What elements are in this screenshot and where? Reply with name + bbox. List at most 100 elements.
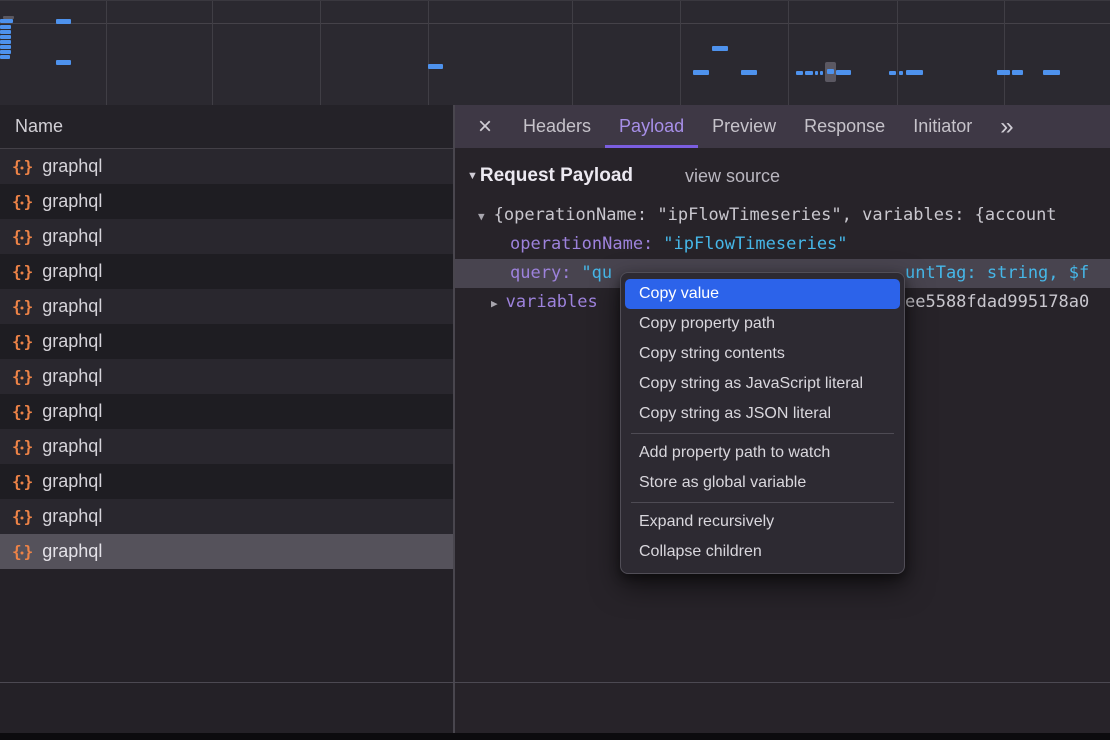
request-row[interactable]: {} graphql xyxy=(0,429,453,464)
timeline-request-bar xyxy=(836,70,851,75)
close-icon[interactable]: × xyxy=(469,113,501,141)
payload-root-row[interactable]: ▼ {operationName: "ipFlowTimeseries", var… xyxy=(455,201,1110,230)
menu-item-add-property-path-to-watch[interactable]: Add property path to watch xyxy=(625,438,900,468)
json-braces-icon: {} xyxy=(12,227,35,246)
timeline-request-bar xyxy=(0,25,11,29)
request-row[interactable]: {}graphql xyxy=(0,184,453,219)
menu-item-expand-recursively[interactable]: Expand recursively xyxy=(625,507,900,537)
timeline-request-bar xyxy=(0,19,13,23)
request-row[interactable]: {} graphql xyxy=(0,499,453,534)
timeline-gridline xyxy=(572,1,573,105)
timeline-request-bar xyxy=(796,71,803,75)
property-value: "ipFlowTimeseries" xyxy=(663,234,847,254)
timeline-request-bar xyxy=(815,71,818,75)
expanded-triangle-icon[interactable]: ▼ xyxy=(478,210,485,223)
network-overview-timeline[interactable] xyxy=(0,0,1110,106)
timeline-request-bar xyxy=(899,71,903,75)
request-row[interactable]: {} graphql xyxy=(0,464,453,499)
menu-item-copy-string-as-javascript-literal[interactable]: Copy string as JavaScript literal xyxy=(625,369,900,399)
details-tabs: HeadersPayloadPreviewResponseInitiator xyxy=(509,105,986,148)
timeline-request-bar xyxy=(712,46,728,51)
json-braces-icon: {} xyxy=(12,507,35,526)
timeline-gridline xyxy=(897,1,898,105)
timeline-request-bar xyxy=(0,55,10,59)
menu-divider xyxy=(631,433,894,434)
timeline-gridline xyxy=(1004,1,1005,105)
timeline-gridline xyxy=(428,1,429,105)
requests-table: Name {}graphql{}graphql{}graphql{}graphq… xyxy=(0,105,453,733)
tab-preview[interactable]: Preview xyxy=(698,105,790,148)
property-value-end: untTag: string, $f xyxy=(905,259,1089,288)
json-braces-icon: {} xyxy=(12,437,35,456)
name-column-header[interactable]: Name xyxy=(0,105,453,149)
json-braces-icon: {} xyxy=(12,157,35,176)
json-braces-icon: {} xyxy=(12,262,35,281)
timeline-request-bar xyxy=(693,70,709,75)
timeline-gridline xyxy=(106,1,107,105)
request-name: graphql xyxy=(42,156,102,177)
timeline-request-bar xyxy=(0,40,11,44)
menu-item-collapse-children[interactable]: Collapse children xyxy=(625,537,900,567)
timeline-request-bar xyxy=(906,70,923,75)
window-bottom-edge xyxy=(0,733,1110,740)
timeline-request-bar xyxy=(56,60,71,65)
request-row[interactable]: {}graphql xyxy=(0,394,453,429)
json-braces-icon: {} xyxy=(12,472,35,491)
expand-triangle-icon[interactable]: ▶ xyxy=(491,297,498,310)
json-braces-icon: {} xyxy=(12,332,35,351)
json-braces-icon: {} xyxy=(12,367,35,386)
property-value-start: "qu xyxy=(581,263,612,283)
more-tabs-icon[interactable]: » xyxy=(1000,113,1014,141)
timeline-gridline xyxy=(680,1,681,105)
request-name: graphql xyxy=(42,436,102,457)
devtools-network-panel: Name {}graphql{}graphql{}graphql{}graphq… xyxy=(0,0,1110,740)
section-title: Request Payload xyxy=(480,165,633,187)
tab-initiator[interactable]: Initiator xyxy=(899,105,986,148)
json-braces-icon: {} xyxy=(12,542,35,561)
tab-headers[interactable]: Headers xyxy=(509,105,605,148)
timeline-request-bar xyxy=(0,50,11,54)
timeline-request-bar xyxy=(889,71,896,75)
timeline-gridline xyxy=(320,1,321,105)
tab-response[interactable]: Response xyxy=(790,105,899,148)
timeline-request-bar xyxy=(0,30,11,34)
request-row[interactable]: {}graphql xyxy=(0,324,453,359)
request-payload-section-header: ▼ Request Payload view source xyxy=(455,165,1110,187)
json-braces-icon: {} xyxy=(12,192,35,211)
menu-item-copy-string-contents[interactable]: Copy string contents xyxy=(625,339,900,369)
request-name: graphql xyxy=(42,401,102,422)
request-row[interactable]: {} graphql xyxy=(0,219,453,254)
request-rows: {} graphql {} graphql {} graphql {} graphql {} gr… xyxy=(0,149,453,569)
request-row[interactable]: {}graphql xyxy=(0,359,453,394)
timeline-request-bar xyxy=(0,45,11,49)
request-row[interactable]: {} graphql xyxy=(0,289,453,324)
tab-payload[interactable]: Payload xyxy=(605,105,698,148)
menu-item-copy-property-path[interactable]: Copy property path xyxy=(625,309,900,339)
property-key: variables xyxy=(506,292,598,312)
request-name: graphql xyxy=(42,541,102,562)
payload-row-operationname[interactable]: operationName:"ipFlowTimeseries" xyxy=(455,230,1110,259)
timeline-gridline xyxy=(0,23,1110,24)
summary-bar-divider xyxy=(0,682,1110,683)
payload-preview-text: {operationName: "ipFlowTimeseries", vari… xyxy=(494,205,1057,225)
request-name: graphql xyxy=(42,506,102,527)
name-column-label: Name xyxy=(15,116,63,137)
view-source-link[interactable]: view source xyxy=(685,166,780,187)
request-name: graphql xyxy=(42,296,102,317)
property-key: query: xyxy=(510,263,571,283)
timeline-request-bar xyxy=(428,64,443,69)
collapse-triangle-icon[interactable]: ▼ xyxy=(467,170,478,182)
request-name: graphql xyxy=(42,471,102,492)
request-row[interactable]: {} graphql xyxy=(0,149,453,184)
request-row[interactable]: {} graphql xyxy=(0,534,453,569)
menu-item-store-as-global-variable[interactable]: Store as global variable xyxy=(625,468,900,498)
timeline-request-bar xyxy=(1043,70,1060,75)
json-braces-icon: {} xyxy=(12,297,35,316)
menu-item-copy-string-as-json-literal[interactable]: Copy string as JSON literal xyxy=(625,399,900,429)
menu-item-copy-value[interactable]: Copy value xyxy=(625,279,900,309)
request-name: graphql xyxy=(42,261,102,282)
context-menu: Copy valueCopy property pathCopy string … xyxy=(620,272,905,574)
request-name: graphql xyxy=(42,226,102,247)
timeline-request-bar xyxy=(56,19,71,24)
request-row[interactable]: {} graphql xyxy=(0,254,453,289)
